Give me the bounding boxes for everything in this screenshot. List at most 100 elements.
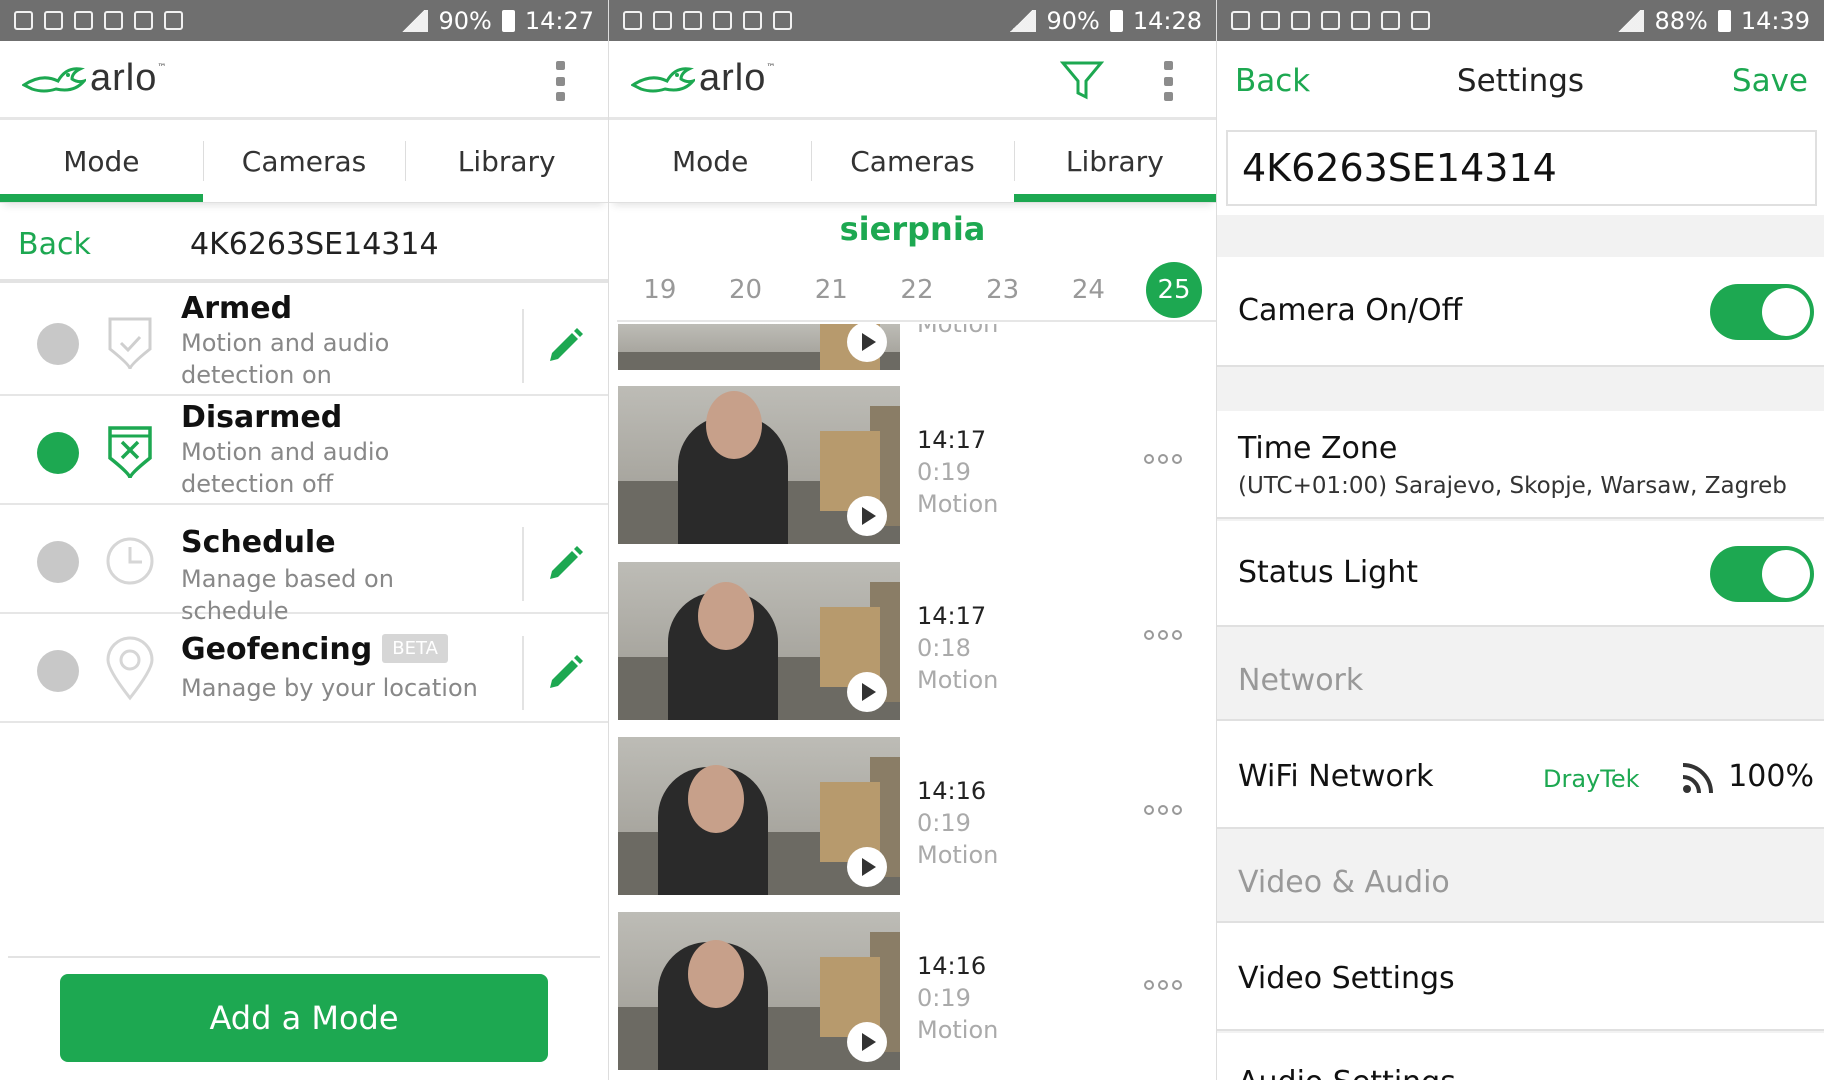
network-section-header: Network — [1217, 627, 1824, 721]
tab-mode[interactable]: Mode — [0, 125, 203, 202]
clip-time: 14:16 — [917, 777, 987, 805]
save-button[interactable]: Save — [1732, 63, 1808, 99]
day-picker: 19 20 21 22 23 24 25 — [617, 262, 1216, 322]
device-header: Back 4K6263SE14314 — [0, 203, 608, 283]
tab-mode[interactable]: Mode — [609, 125, 811, 202]
day-24[interactable]: 24 — [1060, 262, 1116, 318]
clip-thumbnail[interactable] — [618, 912, 900, 1070]
clip-thumbnail[interactable] — [618, 386, 900, 544]
tab-library[interactable]: Library — [405, 125, 608, 202]
notification-icon — [713, 11, 732, 30]
back-button[interactable]: Back — [18, 227, 91, 262]
audio-settings-row[interactable]: Audio Settings — [1217, 1033, 1824, 1080]
tab-library[interactable]: Library — [1013, 125, 1216, 202]
day-21[interactable]: 21 — [803, 262, 859, 318]
clip-thumbnail[interactable] — [618, 737, 900, 895]
clip-row[interactable]: 14:16 0:19 Motion — [609, 737, 1216, 897]
mode-row-geofencing[interactable]: Geofencing BETA Manage by your location — [0, 614, 608, 723]
filter-icon[interactable] — [1060, 59, 1104, 101]
more-options-icon[interactable] — [1144, 630, 1182, 640]
divider — [522, 527, 524, 601]
mode-screen: 90% 14:27 arlo ™ Mode Cameras Library Ba… — [0, 0, 608, 1080]
status-bar: 90% 14:27 — [0, 0, 608, 41]
time-zone-row[interactable]: Time Zone (UTC+01:00) Sarajevo, Skopje, … — [1217, 411, 1824, 519]
pencil-icon[interactable] — [544, 325, 586, 367]
clip-time: 14:16 — [917, 952, 987, 980]
clip-duration: 0:19 — [917, 458, 971, 486]
clip-thumbnail[interactable] — [618, 562, 900, 720]
overflow-menu-icon[interactable] — [1160, 61, 1176, 101]
clip-row-partial[interactable]: Motion — [609, 324, 1216, 370]
notification-icon — [1291, 11, 1310, 30]
clip-type: Motion — [917, 490, 999, 518]
section-title: Video & Audio — [1238, 865, 1450, 900]
mode-description: Motion and audio detection off — [181, 438, 390, 498]
clock: 14:28 — [1132, 6, 1202, 35]
day-19[interactable]: 19 — [632, 262, 688, 318]
day-25-selected[interactable]: 25 — [1146, 262, 1203, 318]
more-options-icon[interactable] — [1144, 805, 1182, 815]
trademark: ™ — [766, 63, 776, 73]
play-icon[interactable] — [847, 847, 887, 887]
time-zone-value: (UTC+01:00) Sarajevo, Skopje, Warsaw, Za… — [1238, 473, 1787, 499]
more-options-icon[interactable] — [1144, 454, 1182, 464]
arlo-logo: arlo ™ — [631, 57, 775, 100]
battery-percent: 88% — [1654, 6, 1708, 35]
clip-row[interactable]: 14:17 0:19 Motion — [609, 386, 1216, 546]
pencil-icon[interactable] — [544, 543, 586, 585]
clip-thumbnail[interactable] — [618, 324, 900, 370]
back-button[interactable]: Back — [1235, 63, 1310, 99]
status-light-toggle[interactable] — [1710, 546, 1814, 602]
mode-radio[interactable] — [37, 650, 79, 692]
shield-check-icon — [108, 317, 152, 370]
notification-icon — [1351, 11, 1370, 30]
day-22[interactable]: 22 — [889, 262, 945, 318]
clip-row[interactable]: 14:16 0:19 Motion — [609, 912, 1216, 1072]
notification-icon — [1411, 11, 1430, 30]
mode-radio[interactable] — [37, 323, 79, 365]
camera-name-field[interactable]: 4K6263SE14314 — [1226, 130, 1817, 206]
play-icon[interactable] — [847, 672, 887, 712]
status-light-label: Status Light — [1238, 555, 1418, 590]
tab-cameras[interactable]: Cameras — [811, 125, 1013, 202]
clip-type: Motion — [917, 841, 999, 869]
overflow-menu-icon[interactable] — [552, 61, 568, 101]
app-bar: arlo ™ — [609, 41, 1216, 120]
notification-icon — [44, 11, 63, 30]
day-20[interactable]: 20 — [718, 262, 774, 318]
mode-row-schedule[interactable]: Schedule Manage based on schedule — [0, 505, 608, 625]
day-23[interactable]: 23 — [975, 262, 1031, 318]
mode-row-armed[interactable]: Armed Motion and audio detection on — [0, 287, 608, 396]
notification-icon — [773, 11, 792, 30]
play-icon[interactable] — [847, 496, 887, 536]
tab-cameras[interactable]: Cameras — [202, 125, 406, 202]
arlo-logo: arlo ™ — [22, 57, 166, 100]
arlo-bird-icon — [22, 66, 86, 92]
wifi-row[interactable]: WiFi Network DrayTek 100% — [1217, 721, 1824, 829]
mode-radio[interactable] — [37, 541, 79, 583]
pencil-icon[interactable] — [544, 652, 586, 694]
add-mode-button[interactable]: Add a Mode — [60, 974, 548, 1062]
mode-description: Manage by your location — [181, 674, 478, 702]
mode-radio-selected[interactable] — [37, 432, 79, 474]
play-icon[interactable] — [847, 1022, 887, 1062]
camera-onoff-toggle[interactable] — [1710, 284, 1814, 340]
video-settings-row[interactable]: Video Settings — [1217, 923, 1824, 1031]
more-options-icon[interactable] — [1144, 980, 1182, 990]
notification-icon — [134, 11, 153, 30]
location-pin-icon — [106, 636, 154, 701]
video-settings-label: Video Settings — [1238, 961, 1455, 996]
mode-description: Motion and audio detection on — [181, 329, 390, 389]
notification-icon — [1261, 11, 1280, 30]
clip-type: Motion — [917, 324, 999, 338]
battery-icon — [501, 9, 515, 32]
notification-icon — [164, 11, 183, 30]
library-screen: 90% 14:28 arlo ™ Mode Cameras Library si… — [608, 0, 1216, 1080]
mode-title-text: Geofencing — [181, 632, 373, 667]
notification-icon — [1231, 11, 1250, 30]
mode-row-disarmed[interactable]: Disarmed Motion and audio detection off — [0, 396, 608, 505]
clip-row[interactable]: 14:17 0:18 Motion — [609, 562, 1216, 722]
settings-screen: 88% 14:39 Settings Back Save 4K6263SE143… — [1216, 0, 1824, 1080]
play-icon[interactable] — [847, 324, 887, 362]
device-name: 4K6263SE14314 — [190, 227, 439, 262]
